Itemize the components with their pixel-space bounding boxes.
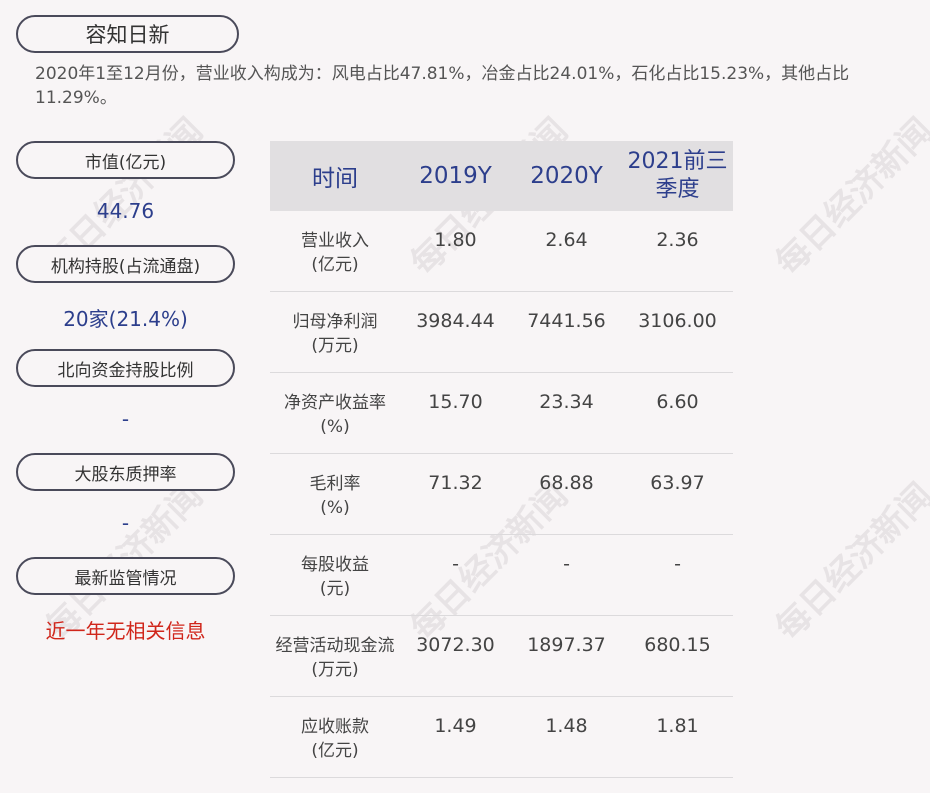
regulatory-status-label: 最新监管情况 <box>16 557 235 595</box>
table-cell: 1.49 <box>434 715 477 737</box>
watermark: 每日经济新闻 <box>768 110 930 284</box>
table-header: 时间 2019Y 2020Y 2021前三季度 <box>270 141 733 211</box>
table-cell: 1897.37 <box>527 634 606 656</box>
watermark: 每日经济新闻 <box>768 475 930 649</box>
row-label: 营业收入 (亿元) <box>301 231 369 275</box>
market-cap-label: 市值(亿元) <box>16 141 235 179</box>
table-cell: 1.48 <box>545 715 588 737</box>
revenue-summary: 2020年1至12月份，营业收入构成为：风电占比47.81%，冶金占比24.01… <box>35 64 850 108</box>
pledge-ratio-value: - <box>121 511 130 535</box>
table-cell: - <box>563 553 570 575</box>
table-row: 经营活动现金流 (万元) 3072.30 1897.37 680.15 <box>270 616 733 697</box>
row-label: 每股收益 (元) <box>301 555 369 599</box>
market-cap-value: 44.76 <box>96 199 155 223</box>
institutional-holding-label: 机构持股(占流通盘) <box>16 245 235 283</box>
table-row: 归母净利润 (万元) 3984.44 7441.56 3106.00 <box>270 292 733 373</box>
table-cell: 63.97 <box>650 472 705 494</box>
table-cell: - <box>674 553 681 575</box>
header-time: 时间 <box>312 166 358 192</box>
table-cell: 23.34 <box>539 391 594 413</box>
table-cell: 3984.44 <box>416 310 495 332</box>
table-cell: 6.60 <box>656 391 699 413</box>
header-2020: 2020Y <box>530 163 603 189</box>
northbound-holding-label: 北向资金持股比例 <box>16 349 235 387</box>
table-cell: 3072.30 <box>416 634 495 656</box>
financial-table: 时间 2019Y 2020Y 2021前三季度 营业收入 (亿元) 1.80 2.6… <box>270 141 733 778</box>
table-row: 应收账款 (亿元) 1.49 1.48 1.81 <box>270 697 733 778</box>
institutional-holding-value: 20家(21.4%) <box>63 307 188 331</box>
table-body: 营业收入 (亿元) 1.80 2.64 2.36 归母净利润 (万元) 3984.44 74… <box>270 211 733 778</box>
table-cell: 68.88 <box>539 472 594 494</box>
table-cell: 7441.56 <box>527 310 606 332</box>
table-row: 净资产收益率 (%) 15.70 23.34 6.60 <box>270 373 733 454</box>
table-cell: 1.81 <box>656 715 699 737</box>
row-label: 净资产收益率 (%) <box>284 393 386 437</box>
table-cell: 1.80 <box>434 229 477 251</box>
table-row: 毛利率 (%) 71.32 68.88 63.97 <box>270 454 733 535</box>
table-cell: 2.36 <box>656 229 699 251</box>
table-cell: - <box>452 553 459 575</box>
pledge-ratio-label: 大股东质押率 <box>16 453 235 491</box>
table-cell: 680.15 <box>644 634 711 656</box>
table-row: 营业收入 (亿元) 1.80 2.64 2.36 <box>270 211 733 292</box>
table-cell: 15.70 <box>428 391 483 413</box>
row-label: 归母净利润 (万元) <box>292 312 378 356</box>
row-label: 应收账款 (亿元) <box>301 717 369 761</box>
regulatory-status-value: 近一年无相关信息 <box>45 619 206 643</box>
table-cell: 2.64 <box>545 229 588 251</box>
header-2019: 2019Y <box>419 163 492 189</box>
company-title: 容知日新 <box>16 15 239 53</box>
row-label: 经营活动现金流 (万元) <box>275 636 395 680</box>
table-cell: 71.32 <box>428 472 483 494</box>
table-row: 每股收益 (元) - - - <box>270 535 733 616</box>
table-cell: 3106.00 <box>638 310 717 332</box>
header-2021q3: 2021前三季度 <box>627 149 728 202</box>
row-label: 毛利率 (%) <box>309 474 361 518</box>
northbound-holding-value: - <box>121 407 130 431</box>
